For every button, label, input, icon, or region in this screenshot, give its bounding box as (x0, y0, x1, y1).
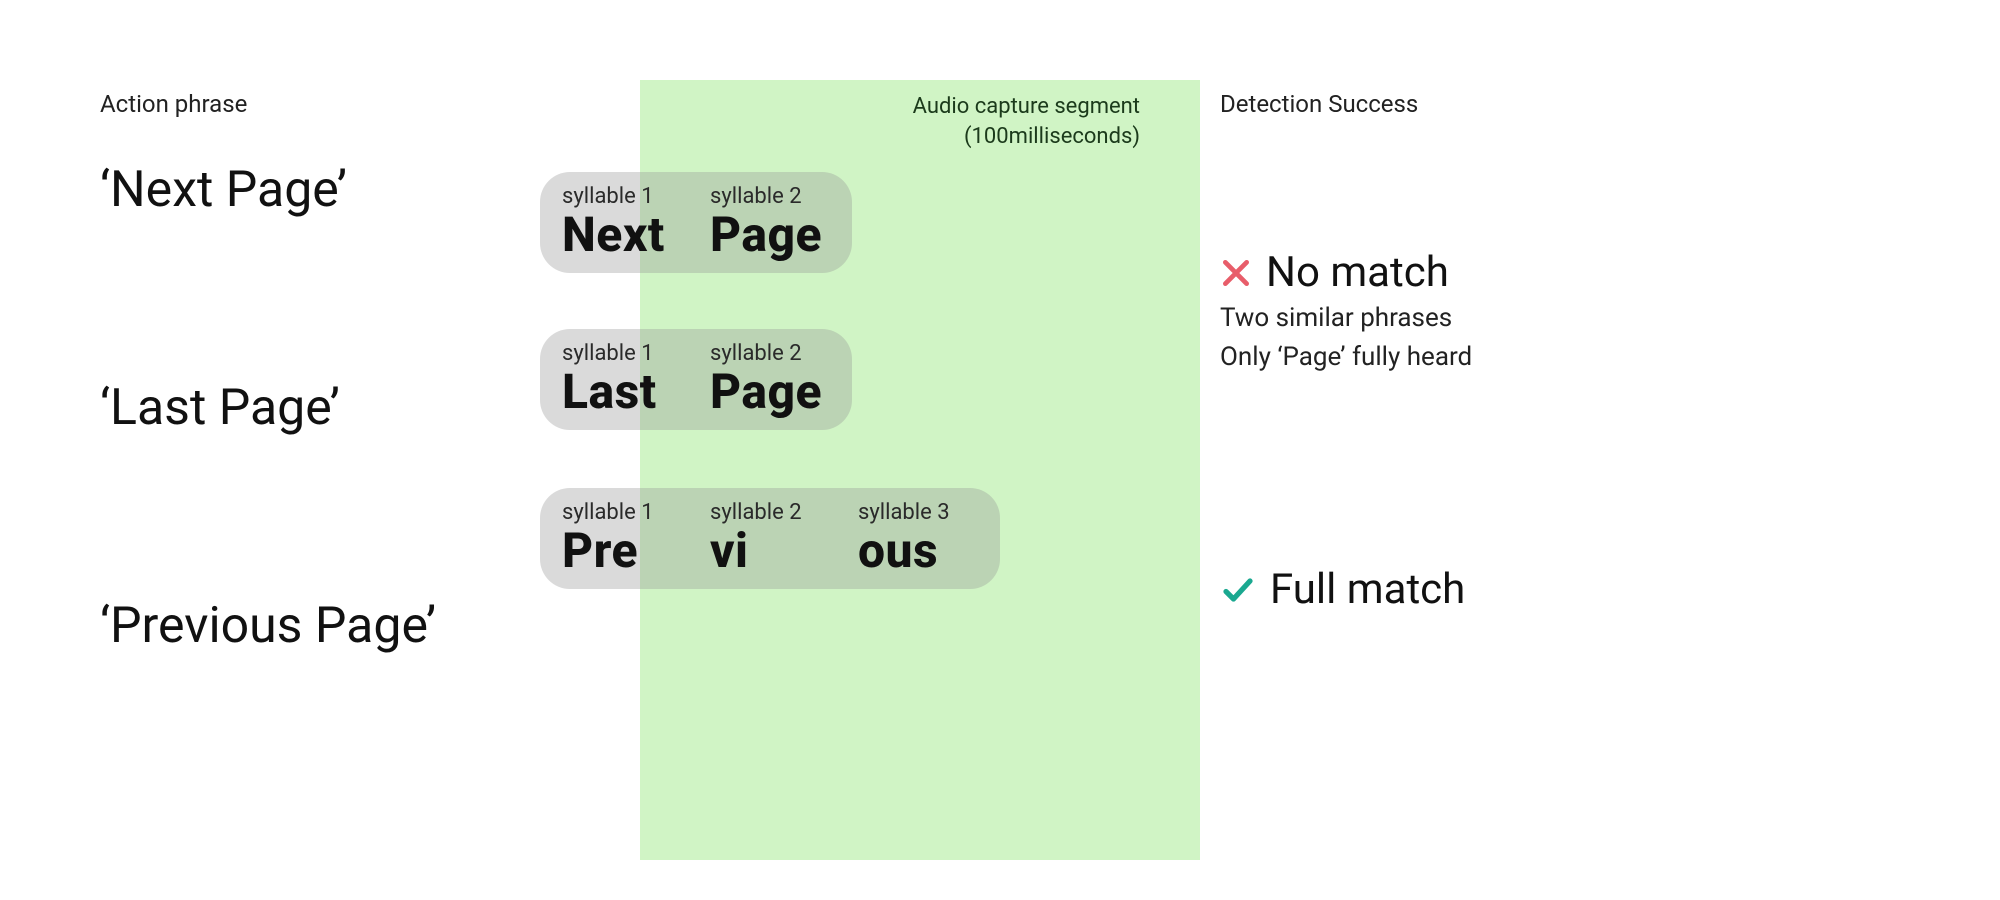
capture-title: Audio capture segment (913, 94, 1140, 119)
result-no-match-line: No match (1220, 248, 1900, 297)
check-icon (1220, 572, 1256, 608)
result-full-match-title: Full match (1270, 565, 1465, 614)
heading-detection-success: Detection Success (1220, 90, 1900, 118)
x-icon (1220, 257, 1252, 289)
column-detection-success: Detection Success No match Two similar p… (1220, 80, 1900, 900)
syllable-text: Next (562, 211, 665, 259)
capture-subtitle: (100milliseconds) (964, 124, 1140, 149)
phrase-row-next: ‘Next Page’ (100, 163, 480, 363)
syllable-previous-3: syllable 3 ous (858, 500, 978, 575)
phrase-row-previous: ‘Previous Page’ (100, 599, 480, 799)
result-no-match-sub2: Only ‘Page’ fully heard (1220, 340, 1900, 375)
syllable-previous-2: syllable 2 vi (710, 500, 830, 575)
diagram-root: Action phrase ‘Next Page’ ‘Last Page’ ‘P… (0, 0, 2000, 900)
result-full-match-line: Full match (1220, 565, 1900, 614)
syllable-text: Last (562, 368, 657, 416)
syllable-text: vi (710, 527, 749, 575)
phrase-last: ‘Last Page’ (100, 381, 480, 436)
syllable-row-previous: syllable 1 Pre syllable 2 vi syllable 3 … (540, 488, 1160, 589)
result-no-match-sub1: Two similar phrases (1220, 301, 1900, 336)
syllable-text: Page (710, 368, 822, 416)
heading-action-phrase: Action phrase (100, 90, 480, 118)
result-full-match: Full match (1220, 565, 1900, 614)
syllable-previous-1: syllable 1 Pre (562, 500, 682, 575)
syllable-text: Page (710, 211, 822, 259)
syllable-pill-last: syllable 1 Last syllable 2 Page (540, 329, 852, 430)
syllable-next-2: syllable 2 Page (710, 184, 830, 259)
syllable-row-next: syllable 1 Next syllable 2 Page (540, 172, 1160, 273)
phrase-next: ‘Next Page’ (100, 163, 480, 218)
column-syllables: Audio capture segment (100milliseconds) … (540, 80, 1160, 900)
syllable-last-1: syllable 1 Last (562, 341, 682, 416)
syllable-next-1: syllable 1 Next (562, 184, 682, 259)
syllable-text: ous (858, 527, 938, 575)
result-no-match: No match Two similar phrases Only ‘Page’… (1220, 248, 1900, 375)
syllable-row-last: syllable 1 Last syllable 2 Page (540, 329, 1160, 430)
result-no-match-title: No match (1266, 248, 1449, 297)
syllable-pill-next: syllable 1 Next syllable 2 Page (540, 172, 852, 273)
phrase-row-last: ‘Last Page’ (100, 381, 480, 581)
phrase-previous: ‘Previous Page’ (100, 599, 480, 654)
syllable-last-2: syllable 2 Page (710, 341, 830, 416)
column-action-phrase: Action phrase ‘Next Page’ ‘Last Page’ ‘P… (100, 80, 480, 900)
syllable-text: Pre (562, 527, 638, 575)
syllable-pill-previous: syllable 1 Pre syllable 2 vi syllable 3 … (540, 488, 1000, 589)
